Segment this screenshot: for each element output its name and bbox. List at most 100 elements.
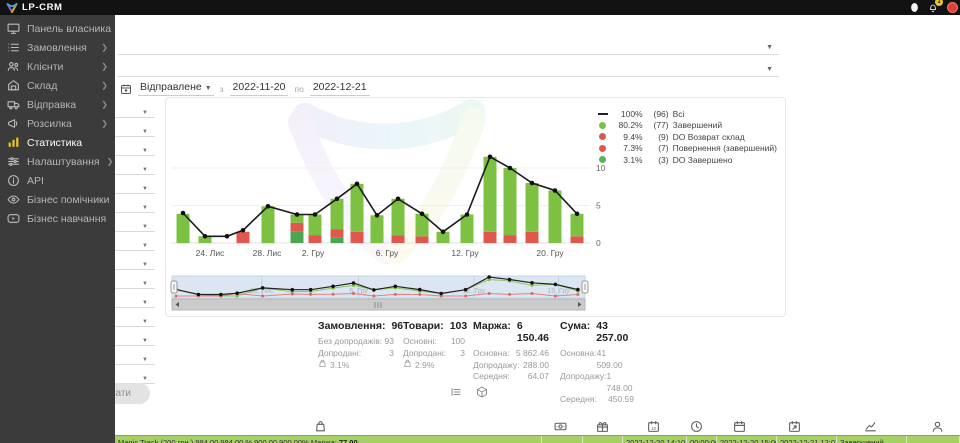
date-from-input[interactable]: 2022-11-20 <box>230 81 289 96</box>
info-icon <box>7 174 20 187</box>
sidebar-item-dashboard[interactable]: Панель власника <box>0 19 115 38</box>
stat-sub-row: Допродані:3 <box>403 348 465 360</box>
alert-indicator-icon[interactable] <box>947 2 958 13</box>
broadcast-icon <box>7 117 20 130</box>
sidebar-item-shipping[interactable]: Відправка❯ <box>0 95 115 114</box>
stat-sub-row: Допродані:3 <box>318 348 394 360</box>
dot-marker-icon <box>599 122 606 129</box>
dashboard-icon <box>7 22 20 35</box>
watermark-logo <box>300 112 474 252</box>
table-cell: 2022-12-21 12:07:05 <box>777 436 837 443</box>
line-marker-icon <box>598 113 608 115</box>
legend-item[interactable]: 80.2%(77)Завершений <box>596 120 777 132</box>
legend-item[interactable]: 7.3%(7)Повернення (завершений) <box>596 143 777 155</box>
svg-text:28. Лис: 28. Лис <box>253 248 283 258</box>
table-cell <box>907 436 960 443</box>
view-toggle-icons <box>450 385 488 403</box>
sidebar-nav: Панель власника Замовлення ❯ Клієнти ❯ Склад ❯… <box>0 15 115 443</box>
stat-title: Сума:43 257.00 <box>560 320 634 344</box>
notification-badge: 1 <box>935 0 943 6</box>
warehouse-icon <box>7 79 20 92</box>
stat-title: Товари:103 <box>403 320 465 332</box>
app-logo[interactable]: LP-CRM <box>0 2 63 14</box>
sidebar-item-clients[interactable]: Клієнти ❯ <box>0 57 115 76</box>
sidebar-item-label: Розсилка <box>27 118 72 130</box>
sidebar-item-stats[interactable]: Статистика <box>0 133 115 152</box>
svg-text:12: 12 <box>651 426 657 431</box>
svg-text:12. Гру: 12. Гру <box>451 248 479 258</box>
orders-icon <box>7 41 20 54</box>
stat-sub-row: Без допродажів:93 <box>318 336 394 348</box>
legend-item[interactable]: 3.1%(3)DO Завершено <box>596 154 777 166</box>
sidebar-item-label: Клієнти <box>27 61 63 73</box>
top-bar: LP-CRM 1 <box>0 0 960 15</box>
chevron-right-icon: ❯ <box>101 100 108 109</box>
from-label: з <box>220 84 224 96</box>
date-mode-select[interactable]: Відправлене ▼ <box>138 81 214 96</box>
stat-column: Сума:43 257.00Основна:41 509.00Допродажу… <box>560 320 634 406</box>
table-cell: Завершений <box>837 436 907 443</box>
table-cell <box>583 436 623 443</box>
sidebar-item-label: Статистика <box>27 137 82 149</box>
legend-item[interactable]: 9.4%(9)DO Возврат склад <box>596 131 777 143</box>
list-indent-icon[interactable] <box>450 385 462 403</box>
svg-text:24. Лис: 24. Лис <box>196 248 226 258</box>
filter-select-secondary[interactable]: ▼ <box>118 55 779 77</box>
sidebar-item-label: Замовлення <box>27 42 87 54</box>
sidebar-item-broadcast[interactable]: Розсилка ❯ <box>0 114 115 133</box>
chart-navigator <box>172 276 585 298</box>
table-row[interactable]: Magic Track (200 грн ) 984.00 984.00 % 9… <box>115 435 960 443</box>
lp-crm-v-icon <box>6 2 18 14</box>
statistics-chart-card: 051024. Лис28. Лис2. Гру6. Гру12. Гру20.… <box>165 97 786 317</box>
sidebar-item-video[interactable]: Бізнес навчання <box>0 209 115 228</box>
chevron-right-icon: ❯ <box>101 43 108 52</box>
bag-icon <box>318 359 327 371</box>
upsell-percent: 2.9% <box>403 359 465 371</box>
chevron-right-icon: ❯ <box>101 62 108 71</box>
notifications-bell-icon[interactable]: 1 <box>928 2 938 13</box>
lp-crm-app: LP-CRM 1 ▼ ▼ Відправлене ▼ з 2022-11-20 <box>0 0 960 443</box>
logo-text: LP-CRM <box>22 2 63 13</box>
svg-text:5: 5 <box>596 201 601 211</box>
table-cell: 00:00:00 <box>687 436 717 443</box>
chevron-right-icon: ❯ <box>107 157 114 166</box>
sidebar-item-info[interactable]: API <box>0 171 115 190</box>
date-to-input[interactable]: 2022-12-21 <box>310 81 370 96</box>
shipping-icon <box>7 98 20 111</box>
chevron-right-icon: ❯ <box>101 81 108 90</box>
table-cell: 2022-12-20 15:00:00 <box>717 436 777 443</box>
chart-legend: 100%(96)Всі80.2%(77)Завершений9.4%(9)DO … <box>596 108 777 166</box>
stat-title: Замовлення:96 <box>318 320 394 332</box>
stat-sub-row: Допродажу:288.00 <box>473 360 549 372</box>
stat-sub-row: Середня:450.59 <box>560 394 634 406</box>
sidebar-item-label: Склад <box>27 80 57 92</box>
svg-text:2. Гру: 2. Гру <box>302 248 325 258</box>
main-content: ▼ ▼ Відправлене ▼ з 2022-11-20 по 2022-1… <box>0 15 960 443</box>
bag-icon <box>403 359 412 371</box>
svg-text:19. Гру: 19. Гру <box>547 288 570 295</box>
legend-item[interactable]: 100%(96)Всі <box>596 108 777 120</box>
sidebar-item-orders[interactable]: Замовлення ❯ <box>0 38 115 57</box>
table-cell: 2022-12-20 14:10:06 <box>623 436 687 443</box>
stat-column: Замовлення:96 Без допродажів:93Допродані:… <box>318 320 394 371</box>
sidebar-item-helpers[interactable]: Бізнес помічники <box>0 190 115 209</box>
stats-icon <box>7 136 20 149</box>
package-icon[interactable] <box>476 385 488 403</box>
stat-column: Товари:103Основні:100Допродані:32.9% <box>403 320 465 371</box>
sidebar-item-warehouse[interactable]: Склад ❯ <box>0 76 115 95</box>
stat-sub-row: Основна:5 862.46 <box>473 348 549 360</box>
filter-select-primary[interactable]: ▼ <box>118 33 779 55</box>
sidebar-item-label: Бізнес навчання <box>27 213 106 225</box>
date-filter-row: Відправлене ▼ з 2022-11-20 по 2022-12-21 <box>120 78 370 96</box>
chevron-down-icon: ▼ <box>205 85 212 92</box>
clients-icon <box>7 60 20 73</box>
svg-text:20. Гру: 20. Гру <box>536 248 564 258</box>
stat-column: Маржа:6 150.46Основна:5 862.46Допродажу:… <box>473 320 549 383</box>
chevron-right-icon: ❯ <box>101 119 108 128</box>
sidebar-item-label: API <box>27 175 44 187</box>
sidebar-item-label: Бізнес помічники <box>27 194 110 206</box>
sidebar-item-label: Панель власника <box>27 23 111 35</box>
sidebar-item-settings[interactable]: Налаштування❯ <box>0 152 115 171</box>
table-cell: Magic Track (200 грн ) 984.00 984.00 % 9… <box>115 436 542 443</box>
profile-icon[interactable] <box>910 2 919 13</box>
